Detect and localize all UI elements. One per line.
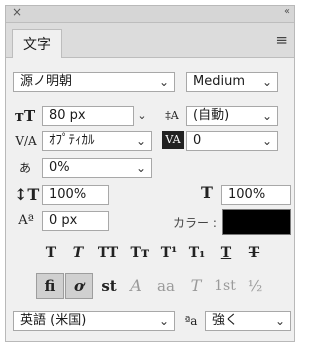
baseline-shift-icon: Aª xyxy=(18,213,34,228)
close-icon[interactable]: × xyxy=(12,5,22,19)
tsume-value: 0% xyxy=(49,160,70,175)
language-dropdown[interactable]: 英語 (米国) ⌄ xyxy=(13,311,175,331)
tsume-icon: あ xyxy=(18,161,31,175)
chevron-down-icon: ⌄ xyxy=(261,109,272,123)
stylistic-alternates-button[interactable]: aa xyxy=(153,275,179,297)
font-size-chevron-icon[interactable]: ⌄ xyxy=(134,106,150,126)
ligatures-button[interactable]: fi xyxy=(36,273,64,299)
kerning-icon: V/A xyxy=(15,134,37,148)
faux-italic-button[interactable]: T xyxy=(67,242,89,264)
horizontal-scale-value: 100% xyxy=(228,187,266,202)
antialias-icon: ªa xyxy=(184,314,198,328)
font-size-input[interactable]: 80 px xyxy=(42,106,134,126)
titling-alternates-button[interactable]: T xyxy=(185,275,207,297)
kerning-value: ｵﾌﾟﾃｨｶﾙ xyxy=(49,133,95,148)
chevron-down-icon: ⌄ xyxy=(158,314,169,328)
language-value: 英語 (米国) xyxy=(20,313,87,328)
discretionary-ligatures-button[interactable]: st xyxy=(98,275,120,297)
swash-button[interactable]: A xyxy=(125,275,147,297)
leading-dropdown[interactable]: (自動) ⌄ xyxy=(186,106,278,126)
baseline-shift-input[interactable]: 0 px xyxy=(42,211,109,231)
font-family-value: 源ノ明朝 xyxy=(20,74,73,89)
tsume-dropdown[interactable]: 0% ⌄ xyxy=(42,158,152,178)
chevron-down-icon: ⌄ xyxy=(261,75,272,89)
chevron-down-icon: ⌄ xyxy=(135,134,146,148)
tracking-dropdown[interactable]: 0 ⌄ xyxy=(186,131,278,151)
antialias-value: 強く xyxy=(212,313,239,328)
panel-menu-icon[interactable]: ≡ xyxy=(275,31,288,49)
tracking-value: 0 xyxy=(193,133,202,148)
small-caps-button[interactable]: Tт xyxy=(127,242,153,264)
font-family-dropdown[interactable]: 源ノ明朝 ⌄ xyxy=(13,72,175,92)
font-style-dropdown[interactable]: Medium ⌄ xyxy=(186,72,278,92)
color-label: カラー : xyxy=(173,216,217,230)
font-size-icon: ᴛT xyxy=(14,107,36,125)
chevron-down-icon: ⌄ xyxy=(158,75,169,89)
strikethrough-button[interactable]: T xyxy=(243,242,265,264)
ordinals-button[interactable]: 1st xyxy=(212,275,238,297)
vertical-scale-icon: ↕T xyxy=(14,185,40,204)
kerning-dropdown[interactable]: ｵﾌﾟﾃｨｶﾙ ⌄ xyxy=(42,131,152,151)
vertical-scale-input[interactable]: 100% xyxy=(42,185,109,205)
chevron-down-icon: ⌄ xyxy=(274,314,285,328)
tracking-icon: VA xyxy=(162,131,184,149)
contextual-alternates-button[interactable]: ơ xyxy=(65,273,93,299)
all-caps-button[interactable]: TT xyxy=(94,242,122,264)
panel-tab-row: 文字 ≡ xyxy=(6,23,294,58)
underline-button[interactable]: T xyxy=(215,242,237,264)
horizontal-scale-icon: T xyxy=(201,183,213,202)
antialias-dropdown[interactable]: 強く ⌄ xyxy=(205,311,291,331)
chevron-down-icon: ⌄ xyxy=(135,161,146,175)
color-swatch[interactable] xyxy=(222,209,291,235)
superscript-button[interactable]: T¹ xyxy=(158,242,180,264)
subscript-button[interactable]: T₁ xyxy=(186,242,208,264)
horizontal-scale-input[interactable]: 100% xyxy=(221,185,291,205)
font-size-value: 80 px xyxy=(49,108,86,123)
leading-icon: ‡A xyxy=(165,109,179,122)
font-style-value: Medium xyxy=(193,74,245,89)
panel-titlebar: × ‹‹ xyxy=(6,5,294,23)
collapse-icon[interactable]: ‹‹ xyxy=(284,6,290,17)
tab-character[interactable]: 文字 xyxy=(12,29,62,58)
fractions-button[interactable]: ½ xyxy=(244,275,266,297)
vertical-scale-value: 100% xyxy=(49,187,87,202)
faux-bold-button[interactable]: T xyxy=(40,242,62,264)
baseline-shift-value: 0 px xyxy=(49,213,78,228)
chevron-down-icon: ⌄ xyxy=(261,134,272,148)
leading-value: (自動) xyxy=(193,108,230,123)
